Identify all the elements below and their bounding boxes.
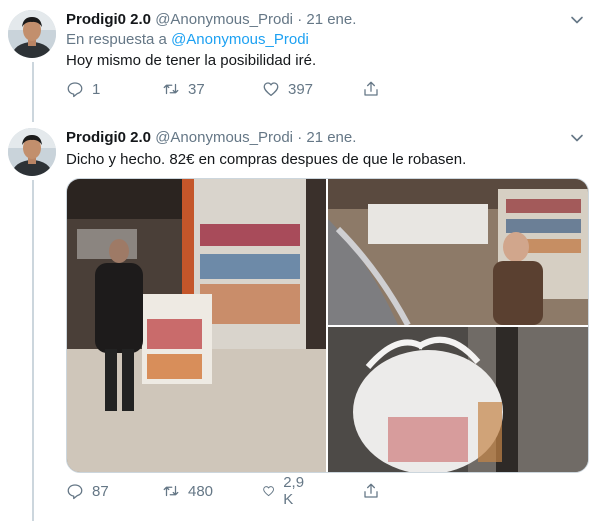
- avatar[interactable]: [8, 128, 56, 176]
- reply-prefix: En respuesta a: [66, 31, 167, 48]
- retweet-icon: [163, 485, 179, 497]
- display-name[interactable]: Prodigi0 2.0: [66, 11, 151, 28]
- chevron-down-icon[interactable]: [570, 131, 584, 145]
- chevron-down-icon[interactable]: [570, 13, 584, 27]
- separator-dot: ·: [297, 129, 303, 146]
- timestamp[interactable]: 21 ene.: [306, 11, 356, 28]
- separator-dot: ·: [297, 11, 303, 28]
- like-count: 397: [288, 80, 314, 98]
- user-handle[interactable]: @Anonymous_Prodi: [155, 11, 293, 28]
- retweet-icon: [163, 83, 179, 95]
- reply-button[interactable]: 87: [66, 480, 109, 502]
- like-button[interactable]: 2,9 K: [262, 474, 309, 508]
- reply-context: En respuesta a @Anonymous_Prodi: [66, 30, 309, 50]
- avatar[interactable]: [8, 10, 56, 58]
- tweet-header: Prodigi0 2.0 @Anonymous_Prodi · 21 ene.: [66, 10, 356, 30]
- retweet-button[interactable]: 480: [162, 480, 213, 502]
- retweet-count: 480: [188, 482, 214, 500]
- reply-handle-link[interactable]: @Anonymous_Prodi: [171, 31, 309, 48]
- like-count: 2,9 K: [283, 474, 305, 508]
- media-grid[interactable]: [66, 178, 589, 473]
- reply-count: 87: [92, 482, 109, 500]
- share-icon: [364, 483, 378, 498]
- photo-bags[interactable]: [328, 327, 588, 472]
- photo-kiosk[interactable]: [67, 179, 326, 472]
- retweet-count: 37: [188, 80, 205, 98]
- share-button[interactable]: [362, 78, 388, 100]
- reply-button[interactable]: 1: [66, 78, 100, 100]
- photo-seller[interactable]: [328, 179, 588, 325]
- reply-icon: [67, 484, 83, 500]
- like-button[interactable]: 397: [262, 78, 313, 100]
- tweet-text: Dicho y hecho. 82€ en compras despues de…: [66, 151, 467, 168]
- tweet-header: Prodigi0 2.0 @Anonymous_Prodi · 21 ene.: [66, 128, 356, 148]
- display-name[interactable]: Prodigi0 2.0: [66, 129, 151, 146]
- user-handle[interactable]: @Anonymous_Prodi: [155, 129, 293, 146]
- share-button[interactable]: [362, 480, 388, 502]
- heart-icon: [263, 82, 279, 97]
- reply-count: 1: [92, 80, 101, 98]
- thread-line: [32, 62, 34, 122]
- reply-icon: [67, 82, 83, 98]
- timestamp[interactable]: 21 ene.: [306, 129, 356, 146]
- thread-line: [32, 180, 34, 521]
- retweet-button[interactable]: 37: [162, 78, 205, 100]
- tweet-text: Hoy mismo de tener la posibilidad iré.: [66, 52, 317, 69]
- heart-icon: [263, 486, 275, 497]
- share-icon: [364, 81, 378, 96]
